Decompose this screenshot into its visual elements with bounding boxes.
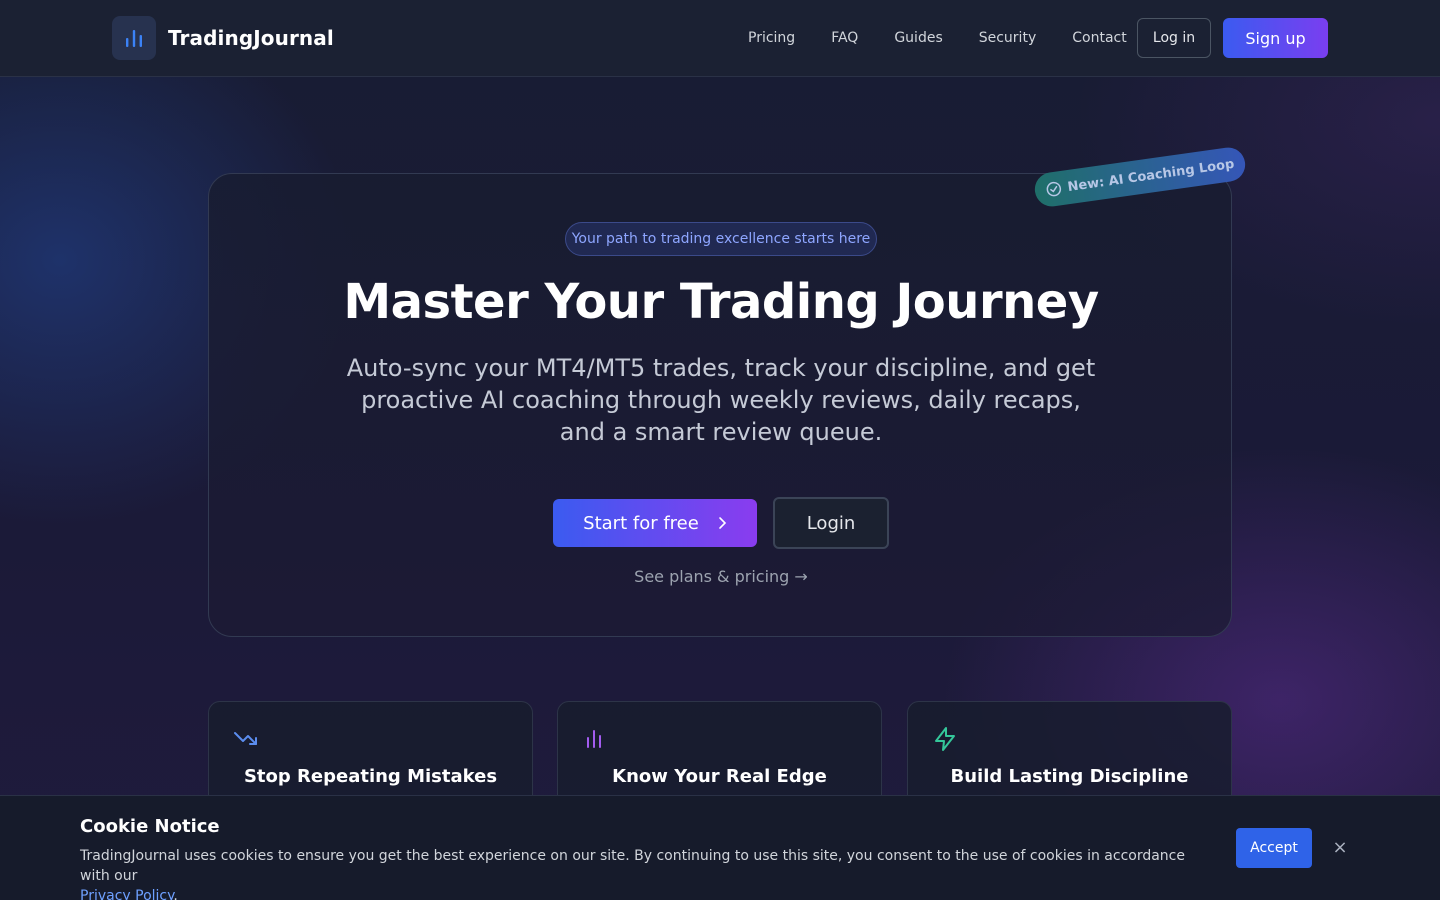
feature-title: Stop Repeating Mistakes bbox=[243, 766, 498, 787]
tagline-pill: Your path to trading excellence starts h… bbox=[565, 222, 877, 256]
start-for-free-label: Start for free bbox=[583, 512, 699, 534]
top-navbar: TradingJournal Pricing FAQ Guides Securi… bbox=[0, 0, 1440, 77]
hero-login-button[interactable]: Login bbox=[773, 497, 889, 549]
nav-link-guides[interactable]: Guides bbox=[894, 30, 942, 46]
nav-link-faq[interactable]: FAQ bbox=[831, 30, 858, 46]
cookie-period: . bbox=[173, 888, 178, 900]
nav-links: Pricing FAQ Guides Security Contact bbox=[748, 0, 1163, 76]
brand-name: TradingJournal bbox=[168, 26, 334, 50]
nav-link-pricing[interactable]: Pricing bbox=[748, 30, 795, 46]
see-plans-link[interactable]: See plans & pricing → bbox=[209, 567, 1233, 586]
nav-link-contact[interactable]: Contact bbox=[1072, 30, 1126, 46]
chevron-right-icon bbox=[719, 517, 726, 529]
cookie-banner: Cookie Notice TradingJournal uses cookie… bbox=[0, 795, 1440, 900]
hero-card: Your path to trading excellence starts h… bbox=[208, 173, 1232, 637]
hero-title: Master Your Trading Journey bbox=[343, 274, 1099, 330]
check-circle-icon bbox=[1046, 181, 1062, 197]
privacy-policy-link[interactable]: Privacy Policy bbox=[80, 888, 173, 900]
nav-link-security[interactable]: Security bbox=[979, 30, 1037, 46]
brand[interactable]: TradingJournal bbox=[112, 16, 334, 60]
cookie-text: TradingJournal uses cookies to ensure yo… bbox=[80, 846, 1190, 900]
trending-down-icon bbox=[234, 732, 257, 745]
feature-title: Know Your Real Edge bbox=[612, 766, 827, 787]
accept-cookies-button[interactable]: Accept bbox=[1236, 828, 1312, 868]
cookie-body: TradingJournal uses cookies to ensure yo… bbox=[80, 848, 1185, 884]
cookie-title: Cookie Notice bbox=[80, 816, 220, 837]
bar-chart-logo-icon bbox=[112, 16, 156, 60]
close-icon[interactable]: × bbox=[1330, 838, 1350, 858]
start-for-free-button[interactable]: Start for free bbox=[553, 499, 757, 547]
login-button[interactable]: Log in bbox=[1137, 18, 1211, 58]
feature-title: Build Lasting Discipline bbox=[950, 766, 1189, 787]
bar-chart-icon bbox=[587, 730, 601, 748]
zap-icon bbox=[935, 727, 955, 751]
signup-button[interactable]: Sign up bbox=[1223, 18, 1328, 58]
hero-subtitle: Auto-sync your MT4/MT5 trades, track you… bbox=[346, 354, 1096, 446]
